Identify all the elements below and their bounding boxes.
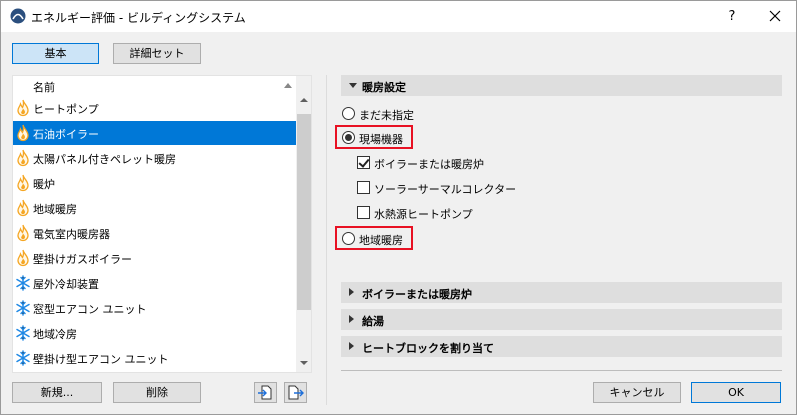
- basic-mode-button[interactable]: 基本: [12, 43, 99, 64]
- list-item-label: 地域暖房: [33, 203, 77, 216]
- delete-button[interactable]: 削除: [113, 382, 201, 403]
- flame-icon: [15, 224, 31, 242]
- list-item-label: 屋外冷却装置: [33, 278, 99, 291]
- list-item[interactable]: 地域冷房: [13, 321, 296, 345]
- footer-divider: [341, 370, 782, 371]
- panel-divider: [326, 75, 327, 405]
- expanded-triangle-icon[interactable]: [349, 83, 357, 88]
- list-item[interactable]: 太陽パネル付きペレット暖房: [13, 146, 296, 170]
- list-item[interactable]: 壁掛け型エアコン ユニット: [13, 346, 296, 370]
- building-system-list[interactable]: 名前 ヒートポンプ 石油ボイラー太陽パネル付きペレット暖房 暖炉地域暖房電気室内暖房…: [12, 75, 312, 373]
- list-item-label: ヒートポンプ: [33, 103, 99, 116]
- heating-settings-section[interactable]: 暖房設定: [341, 75, 782, 96]
- list-item[interactable]: 電気室内暖房器: [13, 221, 296, 245]
- list-item[interactable]: ヒートポンプ: [13, 96, 296, 120]
- snowflake-icon: [15, 349, 31, 367]
- list-item[interactable]: 窓型エアコン ユニット: [13, 296, 296, 320]
- flame-icon: [15, 174, 31, 192]
- snowflake-icon: [15, 324, 31, 342]
- flame-icon: [15, 124, 31, 142]
- list-item-label: 壁掛け型エアコン ユニット: [33, 353, 169, 366]
- list-item-label: 窓型エアコン ユニット: [33, 303, 147, 316]
- sort-ascending-icon: [284, 83, 292, 88]
- list-item-label: 壁掛けガスボイラー: [33, 253, 132, 266]
- list-scrollbar[interactable]: [296, 76, 311, 372]
- window-title: エネルギー評価 - ビルディングシステム: [31, 11, 246, 25]
- hot-water-section-title: 給湯: [362, 315, 384, 328]
- checkbox[interactable]: [357, 206, 370, 219]
- ok-button[interactable]: OK: [691, 382, 781, 403]
- list-item-label: 石油ボイラー: [33, 128, 99, 141]
- export-button[interactable]: [284, 382, 307, 403]
- list-item[interactable]: 地域暖房: [13, 196, 296, 220]
- cancel-button[interactable]: キャンセル: [593, 382, 681, 403]
- list-item-label: 暖炉: [33, 178, 55, 191]
- list-item-label: 太陽パネル付きペレット暖房: [33, 153, 176, 166]
- collapsed-triangle-icon[interactable]: [349, 342, 354, 350]
- list-item[interactable]: 暖炉: [13, 171, 296, 195]
- collapsed-triangle-icon[interactable]: [349, 315, 354, 323]
- heating-settings-title: 暖房設定: [362, 81, 406, 94]
- close-icon[interactable]: [758, 1, 792, 32]
- title-bar: エネルギー評価 - ビルディングシステム ?: [1, 1, 796, 32]
- name-column-header[interactable]: 名前: [33, 79, 55, 95]
- list-item-label: 地域冷房: [33, 328, 77, 341]
- radio-onsite-label: 現場機器: [359, 133, 403, 146]
- flame-icon: [15, 199, 31, 217]
- radio-button[interactable]: [342, 107, 355, 120]
- radio-button[interactable]: [342, 232, 355, 245]
- import-button[interactable]: [254, 382, 277, 403]
- checkbox-boiler-label: ボイラーまたは暖房炉: [374, 158, 484, 171]
- list-item[interactable]: 石油ボイラー: [13, 121, 296, 145]
- snowflake-icon: [15, 299, 31, 317]
- list-item[interactable]: 壁掛けガスボイラー: [13, 246, 296, 270]
- scroll-down-icon[interactable]: [300, 361, 308, 365]
- assign-heat-block-section[interactable]: ヒートブロックを割り当て: [341, 336, 782, 357]
- boiler-section-title: ボイラーまたは暖房炉: [362, 288, 472, 301]
- radio-button[interactable]: [342, 131, 355, 144]
- list-header[interactable]: 名前: [13, 76, 296, 96]
- list-item-label: 電気室内暖房器: [33, 228, 110, 241]
- dialog-window: エネルギー評価 - ビルディングシステム ? 基本 詳細セット 名前 ヒートポン…: [0, 0, 797, 415]
- snowflake-icon: [15, 274, 31, 292]
- archicad-logo-icon: [10, 8, 26, 24]
- collapsed-triangle-icon[interactable]: [349, 288, 354, 296]
- detailed-set-button[interactable]: 詳細セット: [113, 43, 201, 64]
- scroll-thumb[interactable]: [297, 114, 311, 310]
- checkbox[interactable]: [357, 156, 370, 169]
- export-icon: [288, 385, 304, 400]
- list-item[interactable]: 屋外冷却装置: [13, 271, 296, 295]
- import-icon: [258, 385, 272, 400]
- checkbox-solar-label: ソーラーサーマルコレクター: [374, 183, 517, 196]
- checkbox-water-heat-pump-label: 水熱源ヒートポンプ: [374, 208, 473, 221]
- hot-water-section[interactable]: 給湯: [341, 309, 782, 330]
- assign-heat-block-title: ヒートブロックを割り当て: [362, 342, 494, 355]
- boiler-section[interactable]: ボイラーまたは暖房炉: [341, 282, 782, 303]
- radio-district-label: 地域暖房: [359, 234, 403, 247]
- new-button[interactable]: 新規...: [12, 382, 102, 403]
- radio-unspecified-label: まだ未指定: [359, 109, 414, 122]
- help-button[interactable]: ?: [718, 1, 746, 32]
- flame-icon: [15, 249, 31, 267]
- flame-icon: [15, 149, 31, 167]
- checkbox[interactable]: [357, 181, 370, 194]
- scroll-up-icon[interactable]: [300, 98, 308, 102]
- flame-icon: [15, 99, 31, 117]
